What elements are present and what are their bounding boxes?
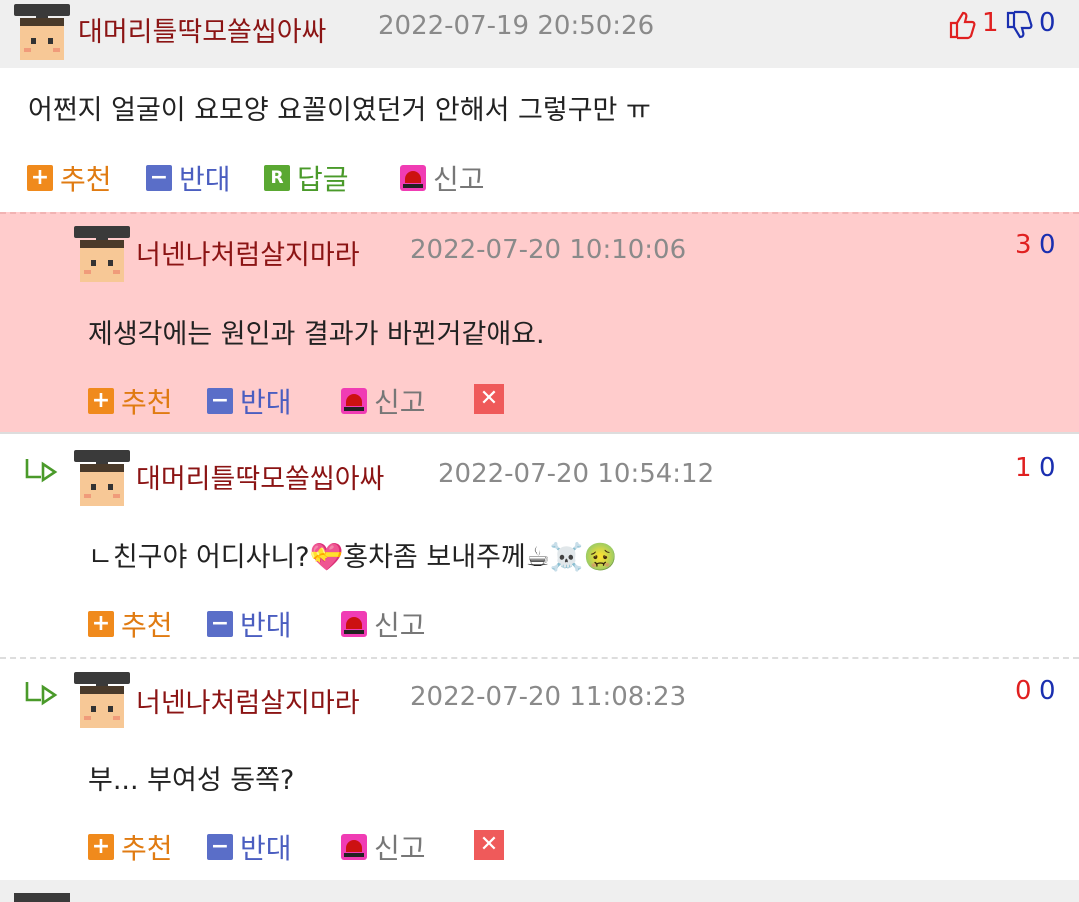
plus-icon: +	[27, 165, 53, 191]
avatar[interactable]	[74, 672, 130, 728]
delete-icon[interactable]: ✕	[474, 830, 504, 860]
reply-icon: R	[264, 165, 290, 191]
reply-label: 답글	[297, 163, 349, 196]
oppose-button[interactable]: − 반대	[146, 158, 231, 198]
oppose-label: 반대	[240, 609, 292, 642]
comment-timestamp: 2022-07-20 11:08:23	[410, 682, 687, 712]
minus-icon: −	[207, 834, 233, 860]
downvote-count: 0	[1039, 676, 1056, 706]
avatar[interactable]	[14, 4, 70, 60]
recommend-button[interactable]: + 추천	[88, 381, 173, 421]
comment-timestamp: 2022-07-20 10:10:06	[410, 235, 687, 265]
upvote-count: 1	[982, 8, 999, 38]
avatar-cap	[14, 893, 70, 902]
reply-arrow-icon	[24, 680, 60, 710]
minus-icon: −	[207, 388, 233, 414]
siren-icon	[341, 388, 367, 414]
oppose-button[interactable]: − 반대	[207, 604, 292, 644]
comment-text: 어쩐지 얼굴이 요모양 요꼴이였던거 안해서 그렇구만 ㅠ	[28, 95, 651, 126]
oppose-label: 반대	[240, 386, 292, 419]
report-label: 신고	[374, 386, 426, 419]
downvote-count: 0	[1039, 8, 1056, 38]
comment-text: 부... 부여성 동쪽?	[88, 765, 295, 796]
recommend-label: 추천	[121, 832, 173, 865]
comment-author[interactable]: 대머리틀딱모쏠씹아싸	[136, 457, 384, 496]
thumbs-down-icon[interactable]	[1005, 10, 1033, 40]
minus-icon: −	[146, 165, 172, 191]
report-button[interactable]: 신고	[341, 381, 426, 421]
oppose-button[interactable]: − 반대	[207, 827, 292, 867]
comment-text: ㄴ친구야 어디사니?💝홍차좀 보내주께☕☠️🤢	[88, 542, 618, 573]
thumbs-up-icon[interactable]	[948, 10, 976, 40]
recommend-button[interactable]: + 추천	[27, 158, 112, 198]
siren-icon	[400, 165, 426, 191]
comment-author[interactable]: 너넨나처럼살지마라	[136, 233, 360, 272]
oppose-button[interactable]: − 반대	[207, 381, 292, 421]
reply-button[interactable]: R 답글	[264, 158, 349, 198]
reply-arrow-icon	[24, 457, 60, 487]
recommend-label: 추천	[121, 386, 173, 419]
recommend-label: 추천	[121, 609, 173, 642]
avatar[interactable]	[74, 450, 130, 506]
downvote-count: 0	[1039, 230, 1056, 260]
plus-icon: +	[88, 834, 114, 860]
report-button[interactable]: 신고	[341, 604, 426, 644]
upvote-count: 3	[1015, 230, 1032, 260]
downvote-count: 0	[1039, 453, 1056, 483]
siren-icon	[341, 834, 367, 860]
report-label: 신고	[374, 609, 426, 642]
recommend-button[interactable]: + 추천	[88, 604, 173, 644]
comment-author[interactable]: 너넨나처럼살지마라	[136, 681, 360, 720]
recommend-label: 추천	[60, 163, 112, 196]
comment-author[interactable]: 대머리틀딱모쏠씹아싸	[78, 10, 326, 49]
delete-icon[interactable]: ✕	[474, 384, 504, 414]
report-label: 신고	[433, 163, 485, 196]
minus-icon: −	[207, 611, 233, 637]
comment-text: 제생각에는 원인과 결과가 바뀐거같애요.	[88, 319, 545, 350]
siren-icon	[341, 611, 367, 637]
plus-icon: +	[88, 611, 114, 637]
avatar[interactable]	[74, 226, 130, 282]
recommend-button[interactable]: + 추천	[88, 827, 173, 867]
report-button[interactable]: 신고	[341, 827, 426, 867]
upvote-count: 0	[1015, 676, 1032, 706]
next-comment-header	[0, 880, 1079, 902]
oppose-label: 반대	[240, 832, 292, 865]
oppose-label: 반대	[179, 163, 231, 196]
report-button[interactable]: 신고	[400, 158, 485, 198]
divider	[0, 657, 1079, 659]
comment-timestamp: 2022-07-20 10:54:12	[438, 459, 715, 489]
comment-timestamp: 2022-07-19 20:50:26	[378, 11, 655, 41]
plus-icon: +	[88, 388, 114, 414]
upvote-count: 1	[1015, 453, 1032, 483]
report-label: 신고	[374, 832, 426, 865]
